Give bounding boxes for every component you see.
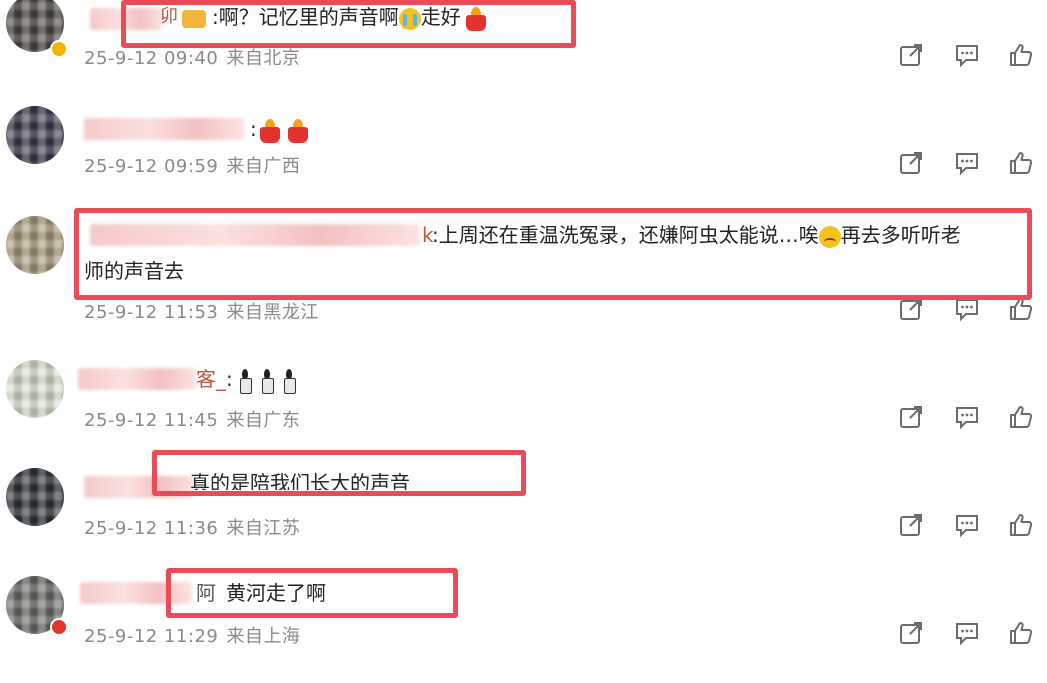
comment-actions (898, 42, 1038, 70)
reply-button[interactable] (954, 150, 982, 178)
red-candle-icon (465, 6, 487, 31)
comment-item: 卯 :啊？记忆里的声音啊 走好 25-9-12 09:40 来自北京 (0, 0, 1047, 107)
red-candle-icon (287, 118, 309, 143)
thumbs-up-icon (1010, 514, 1033, 536)
black-candle-icon (281, 368, 297, 394)
comment-icon (956, 45, 978, 68)
username-blurred[interactable] (78, 368, 196, 390)
timestamp: 25-9-12 09:59 (84, 156, 219, 177)
comment-icon (956, 153, 978, 176)
location: 来自广西 (226, 156, 301, 177)
comment-item: 客_ : 25-9-12 11:45 来自广东 (0, 360, 1047, 467)
avatar[interactable] (6, 468, 64, 526)
comment-actions (898, 296, 1038, 324)
comment-item: k :上周还在重温洗冤录，还嫌阿虫太能说…唉 再去多听听老 师的声音去 25-9-… (0, 212, 1047, 323)
reply-button[interactable] (954, 512, 982, 540)
comment-icon (956, 299, 978, 322)
avatar[interactable] (6, 360, 64, 418)
share-button[interactable] (898, 512, 926, 540)
comment-text: :上周还在重温洗冤录，还嫌阿虫太能说…唉 再去多听听老 (432, 223, 961, 248)
username-blurred[interactable] (84, 118, 244, 140)
comment-meta: 25-9-12 11:29 来自上海 (84, 622, 300, 648)
comment-text: : (226, 364, 303, 394)
thumbs-up-icon (1010, 406, 1033, 428)
comment-username-tail: 卯 (160, 6, 178, 27)
like-button[interactable] (1008, 512, 1036, 540)
comment-text-clip: 真的是陪我们长大的声音 (190, 468, 490, 490)
share-icon (900, 406, 922, 428)
comment-meta: 25-9-12 11:53 来自黑龙江 (84, 298, 319, 324)
location: 来自江苏 (226, 518, 301, 539)
comment-item: 真的是陪我们长大的声音 25-9-12 11:36 来自江苏 (0, 468, 1047, 575)
thumbs-up-icon (1010, 152, 1033, 174)
comment-item: : 25-9-12 09:59 来自广西 (0, 106, 1047, 213)
comment-icon (956, 515, 978, 538)
share-icon (900, 622, 922, 644)
share-button[interactable] (898, 404, 926, 432)
share-button[interactable] (898, 296, 926, 324)
timestamp: 25-9-12 11:36 (84, 518, 219, 539)
reply-button[interactable] (954, 620, 982, 648)
share-button[interactable] (898, 150, 926, 178)
location: 来自黑龙江 (226, 302, 319, 323)
comment-text: 真的是陪我们长大的声音 (190, 471, 410, 490)
comment-actions (898, 404, 1038, 432)
location: 来自上海 (226, 626, 301, 647)
avatar[interactable] (6, 106, 64, 164)
reply-button[interactable] (954, 404, 982, 432)
comment-actions (898, 620, 1038, 648)
timestamp: 25-9-12 09:40 (84, 48, 219, 69)
comment-meta: 25-9-12 11:45 来自广东 (84, 406, 300, 432)
username-blurred[interactable] (84, 476, 194, 498)
comment-icon (956, 407, 978, 430)
share-button[interactable] (898, 620, 926, 648)
crying-face-icon (398, 7, 421, 30)
timestamp: 25-9-12 11:45 (84, 410, 219, 431)
comment-meta: 25-9-12 11:36 来自江苏 (84, 514, 300, 540)
reply-button[interactable] (954, 42, 982, 70)
black-candle-icon (259, 368, 275, 394)
like-button[interactable] (1008, 296, 1036, 324)
thumbs-up-icon (1010, 622, 1033, 644)
location: 来自广东 (226, 410, 301, 431)
share-button[interactable] (898, 42, 926, 70)
username-blurred[interactable] (80, 582, 192, 604)
timestamp: 25-9-12 11:29 (84, 626, 219, 647)
share-icon (900, 514, 922, 536)
reply-button[interactable] (954, 296, 982, 324)
thumbs-up-icon (1010, 298, 1033, 320)
like-button[interactable] (1008, 150, 1036, 178)
black-candle-icon (237, 368, 253, 394)
crown-icon (182, 9, 206, 28)
location: 来自北京 (226, 48, 301, 69)
comment-username-tail: 阿 (196, 581, 216, 605)
comment-username-tail: 客_ (196, 367, 226, 391)
verified-badge-icon (50, 618, 68, 636)
comment-text: 黄河走了啊 (226, 581, 326, 605)
share-icon (900, 152, 922, 174)
avatar[interactable] (6, 216, 64, 274)
sad-face-icon (818, 225, 841, 248)
comment-text-line2: 师的声音去 (84, 259, 184, 283)
thumbs-up-icon (1010, 44, 1033, 66)
like-button[interactable] (1008, 620, 1036, 648)
share-icon (900, 298, 922, 320)
comment-icon (956, 623, 978, 646)
like-button[interactable] (1008, 42, 1036, 70)
share-icon (900, 44, 922, 66)
red-candle-icon (259, 118, 281, 143)
like-button[interactable] (1008, 404, 1036, 432)
comment-text: : (250, 114, 309, 144)
comment-actions (898, 512, 1038, 540)
username-blurred[interactable] (90, 8, 162, 30)
comment-text: :啊？记忆里的声音啊 走好 (182, 2, 487, 32)
comment-actions (898, 150, 1038, 178)
verified-badge-icon (50, 40, 68, 58)
timestamp: 25-9-12 11:53 (84, 302, 219, 323)
username-blurred[interactable] (90, 224, 420, 246)
comment-meta: 25-9-12 09:40 来自北京 (84, 44, 300, 70)
comment-meta: 25-9-12 09:59 来自广西 (84, 152, 300, 178)
